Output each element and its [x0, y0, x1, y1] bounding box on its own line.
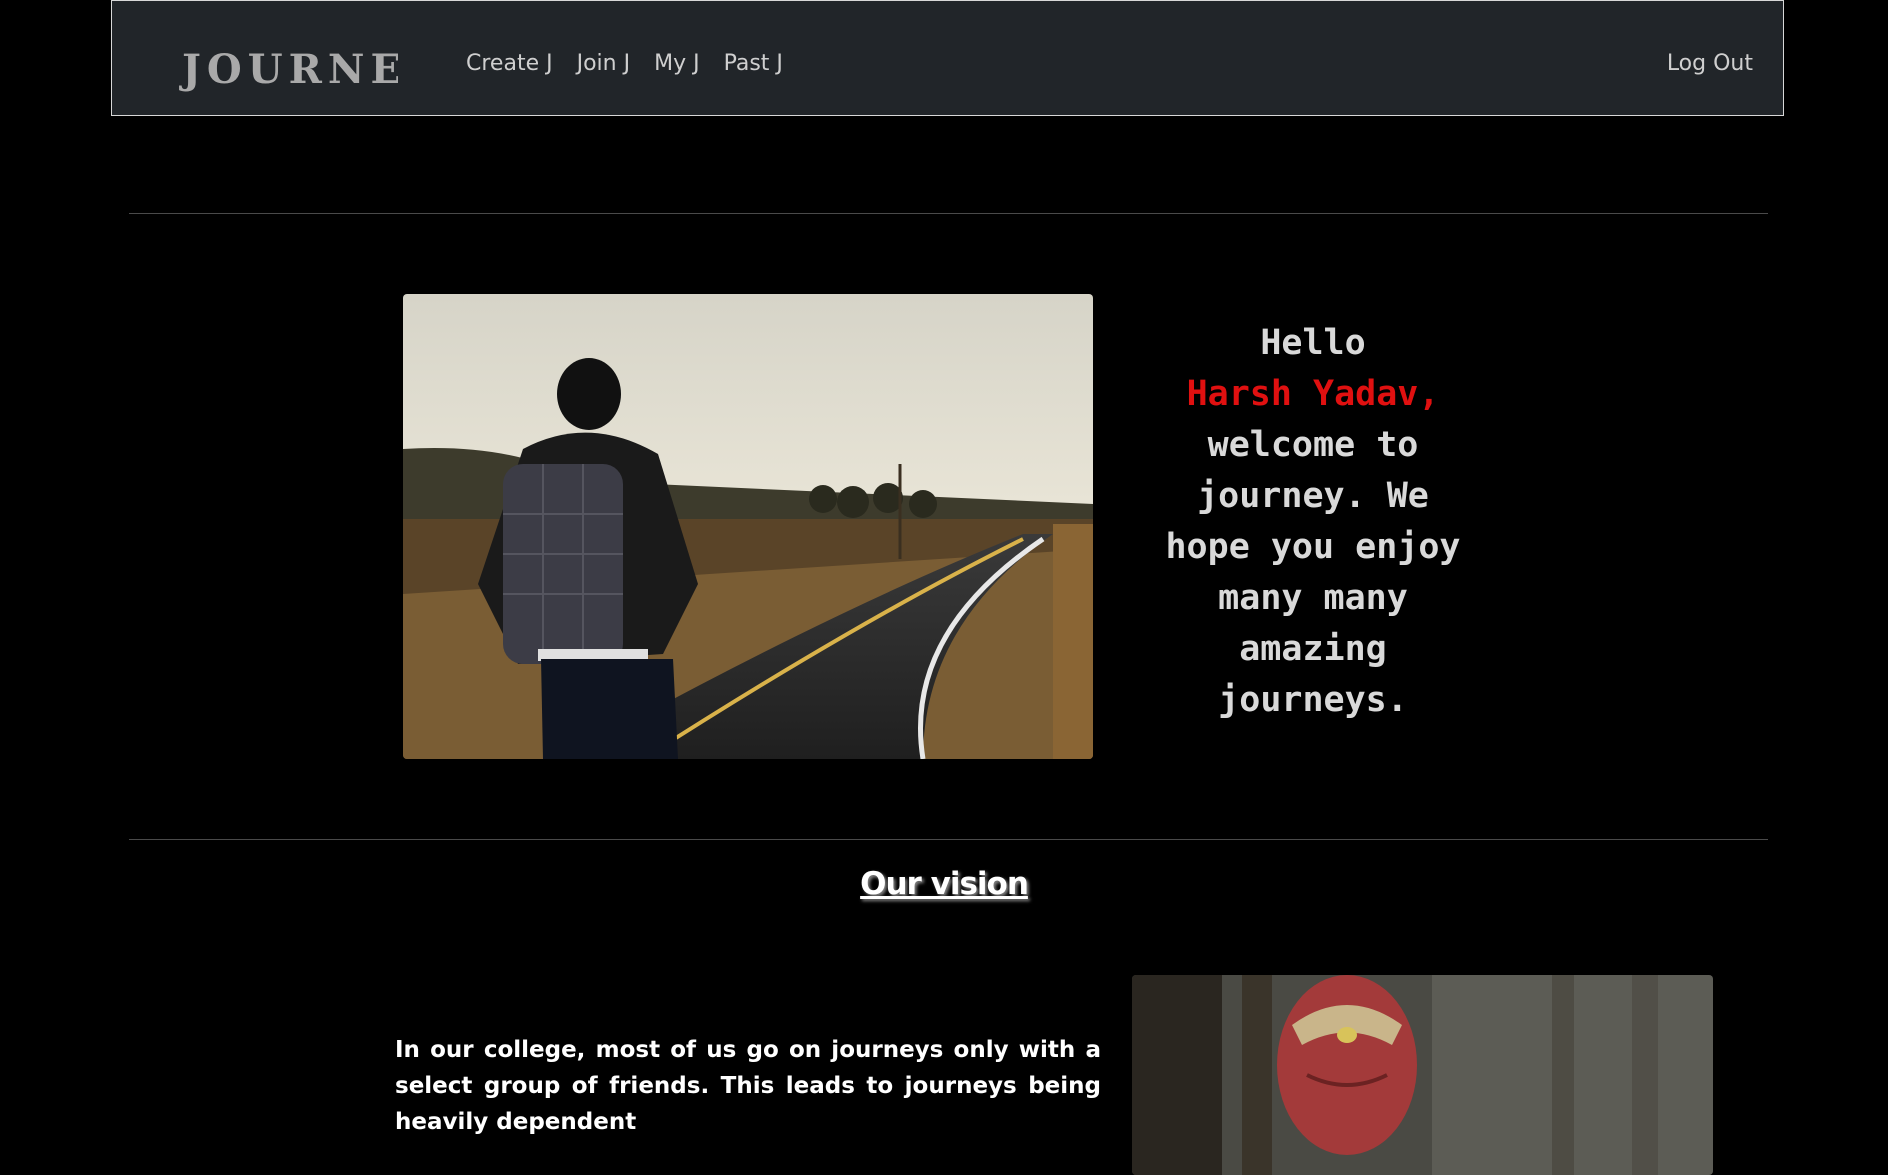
- welcome-line: journey. We: [1197, 476, 1429, 516]
- nav-links: Create J Join J My J Past J: [466, 51, 807, 76]
- top-divider: [129, 213, 1768, 214]
- vision-image: [1132, 975, 1713, 1175]
- welcome-line: journeys.: [1218, 680, 1408, 720]
- welcome-line: welcome to: [1207, 425, 1419, 465]
- welcome-line: many many: [1218, 578, 1408, 618]
- navbar: JOURNEY Create J Join J My J Past J Log …: [111, 0, 1784, 116]
- greeting-text: Hello: [1260, 323, 1366, 363]
- logout-link[interactable]: Log Out: [1667, 51, 1753, 76]
- nav-past-j[interactable]: Past J: [724, 51, 783, 76]
- nav-join-j[interactable]: Join J: [577, 51, 631, 76]
- vision-title: Our vision: [860, 866, 1029, 902]
- welcome-message: Hello Harsh Yadav, welcome to journey. W…: [1128, 318, 1498, 726]
- brand-logo[interactable]: JOURNEY: [178, 41, 436, 97]
- user-name: Harsh Yadav,: [1186, 374, 1440, 414]
- welcome-line: amazing: [1239, 629, 1387, 669]
- welcome-line: hope you enjoy: [1165, 527, 1461, 567]
- vision-text: In our college, most of us go on journey…: [395, 1037, 1101, 1135]
- svg-text:JOURNEY: JOURNEY: [179, 46, 398, 93]
- nav-my-j[interactable]: My J: [654, 51, 699, 76]
- nav-create-j[interactable]: Create J: [466, 51, 553, 76]
- hero-image: [403, 294, 1093, 759]
- mid-divider: [129, 839, 1768, 840]
